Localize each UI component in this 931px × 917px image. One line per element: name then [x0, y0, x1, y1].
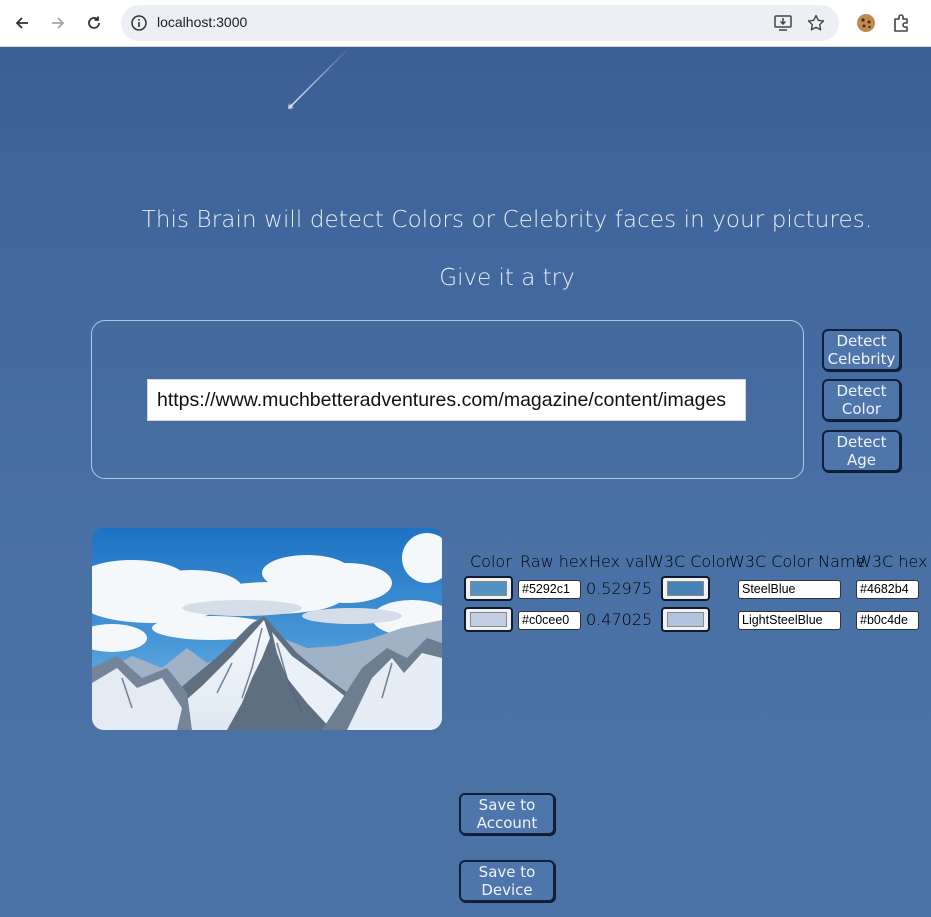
w3c-color-swatch-button[interactable] [661, 607, 710, 632]
install-app-icon[interactable] [773, 13, 793, 33]
bookmark-star-icon[interactable] [806, 13, 826, 33]
col-header-w3c-hex: W3C hex [856, 552, 928, 571]
raw-hex-field[interactable]: #5292c1 [518, 580, 581, 599]
cookie-extension-icon[interactable] [855, 12, 877, 34]
address-bar[interactable]: localhost:3000 [121, 5, 839, 41]
detect-age-button[interactable]: Detect Age [822, 430, 901, 472]
detect-age-label-2: Age [846, 451, 876, 469]
detect-celebrity-label-1: Detect [836, 332, 887, 350]
back-arrow-icon[interactable] [10, 11, 34, 35]
w3c-hex-field[interactable]: #4682b4 [856, 580, 919, 599]
save-to-device-label-2: Device [481, 881, 533, 899]
color-swatch-fill [470, 612, 507, 627]
image-url-input[interactable] [147, 379, 746, 421]
analyzed-photo [92, 528, 442, 730]
hero-subline: Give it a try [439, 265, 575, 291]
extensions-puzzle-icon[interactable] [891, 12, 913, 34]
raw-hex-field[interactable]: #c0cee0 [518, 611, 581, 630]
hex-val-value: 0.47025 [586, 610, 653, 629]
forward-arrow-icon[interactable] [46, 11, 70, 35]
site-info-icon[interactable] [130, 14, 148, 32]
detect-celebrity-button[interactable]: Detect Celebrity [822, 329, 901, 371]
col-header-hex-val: Hex val [589, 552, 649, 571]
col-header-w3c-color: W3C Color [648, 552, 733, 571]
w3c-color-swatch-fill [667, 612, 704, 627]
detect-age-label-1: Detect [836, 433, 887, 451]
save-to-account-label-2: Account [476, 814, 538, 832]
color-swatch-button[interactable] [464, 576, 513, 601]
page-background [0, 47, 931, 917]
reload-icon[interactable] [82, 11, 106, 35]
browser-toolbar: localhost:3000 [0, 0, 931, 47]
detect-color-label-2: Color [841, 400, 882, 418]
color-swatch-fill [470, 581, 507, 596]
save-to-device-label-1: Save to [478, 863, 536, 881]
w3c-color-swatch-fill [667, 581, 704, 596]
col-header-w3c-color-name: W3C Color Name [729, 552, 866, 571]
w3c-color-name-field[interactable]: LightSteelBlue [738, 611, 841, 630]
hex-val-value: 0.52975 [586, 579, 653, 598]
w3c-hex-field[interactable]: #b0c4de [856, 611, 919, 630]
address-url: localhost:3000 [157, 14, 248, 30]
col-header-color: Color [470, 552, 512, 571]
detect-color-button[interactable]: Detect Color [822, 379, 901, 421]
shooting-star-decoration [288, 47, 351, 109]
color-swatch-button[interactable] [464, 607, 513, 632]
save-to-account-button[interactable]: Save to Account [459, 793, 555, 835]
w3c-color-swatch-button[interactable] [661, 576, 710, 601]
save-to-device-button[interactable]: Save to Device [459, 860, 555, 902]
w3c-color-name-field[interactable]: SteelBlue [738, 580, 841, 599]
detect-celebrity-label-2: Celebrity [827, 350, 896, 368]
detect-color-label-1: Detect [836, 382, 887, 400]
col-header-raw-hex: Raw hex [520, 552, 588, 571]
save-to-account-label-1: Save to [478, 796, 536, 814]
hero-headline: This Brain will detect Colors or Celebri… [141, 207, 873, 233]
